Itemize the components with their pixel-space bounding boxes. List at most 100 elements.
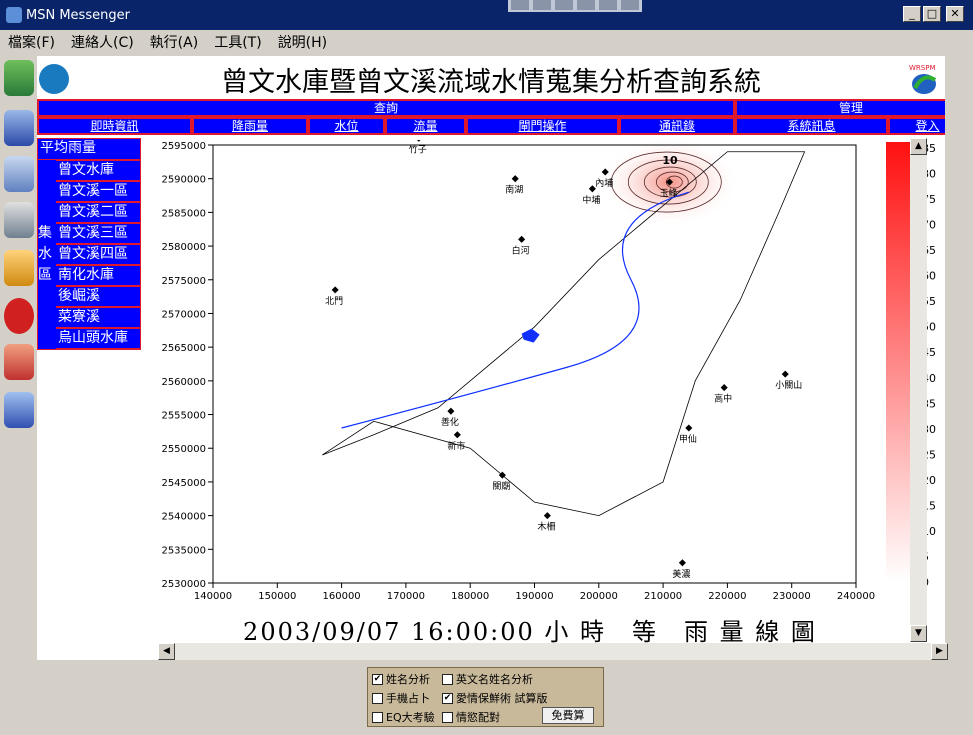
vertical-scrollbar[interactable]: ▲ ▼: [910, 138, 927, 642]
basin-item[interactable]: 烏山頭水庫: [38, 328, 140, 349]
checkbox-icon[interactable]: [372, 711, 383, 723]
station-marker: [447, 407, 455, 415]
checkbox-checked-icon[interactable]: ✔: [442, 692, 453, 704]
basin-item[interactable]: 曾文水庫: [38, 160, 140, 181]
scroll-up-icon[interactable]: ▲: [910, 138, 927, 155]
bell-icon[interactable]: [4, 250, 34, 286]
msn-icon: [6, 7, 22, 23]
basin-item[interactable]: 水曾文溪四區: [38, 244, 140, 265]
basin-item[interactable]: 後崛溪: [38, 286, 140, 307]
stamp-icon[interactable]: [4, 298, 34, 334]
toolbar-icon[interactable]: [533, 0, 551, 10]
horizontal-scrollbar[interactable]: ◀ ▶: [158, 643, 948, 660]
window-title: MSN Messenger: [26, 7, 130, 23]
maximize-button[interactable]: □: [923, 6, 941, 22]
option-english-name[interactable]: 英文名姓名分析: [442, 671, 533, 687]
toolbar-icon[interactable]: [621, 0, 639, 10]
y-tick-label: 2575000: [161, 276, 206, 287]
toolbar-icon[interactable]: [577, 0, 595, 10]
toolbar-icon[interactable]: [511, 0, 529, 10]
menu-file[interactable]: 檔案(F): [0, 32, 63, 52]
nav-water-level[interactable]: 水位: [308, 117, 385, 135]
station-label: 高中: [714, 393, 732, 405]
option-eq-test[interactable]: EQ大考驗: [372, 709, 435, 725]
y-tick-label: 2535000: [161, 545, 206, 556]
nav-directory[interactable]: 通訊錄: [619, 117, 735, 135]
option-love[interactable]: ✔ 愛情保鮮術 試算版: [442, 690, 548, 706]
nav-gate-operation[interactable]: 閘門操作: [466, 117, 619, 135]
checkbox-icon[interactable]: [372, 692, 383, 704]
nav-login[interactable]: 登入: [888, 117, 945, 135]
station-label: 玉峰: [660, 188, 678, 199]
station-marker: [685, 424, 693, 432]
x-tick-label: 160000: [323, 591, 361, 602]
y-tick-label: 2560000: [161, 377, 206, 388]
x-tick-label: 190000: [515, 591, 553, 602]
y-tick-label: 2590000: [161, 175, 206, 186]
nav-admin[interactable]: 管理: [735, 99, 945, 117]
nav-system-message[interactable]: 系統訊息: [735, 117, 888, 135]
nav-query[interactable]: 查詢: [37, 99, 735, 117]
checkbox-checked-icon[interactable]: ✔: [372, 673, 383, 685]
y-tick-label: 2595000: [161, 141, 206, 152]
y-tick-label: 2555000: [161, 411, 206, 422]
station-label: 木柵: [537, 521, 555, 533]
nav-rainfall[interactable]: 降雨量: [192, 117, 308, 135]
windows-icon[interactable]: [4, 110, 34, 146]
basin-item[interactable]: 集曾文溪三區: [38, 223, 140, 244]
y-tick-label: 2550000: [161, 444, 206, 455]
title-bar: MSN Messenger: [0, 0, 973, 30]
station-label: 竹子: [409, 143, 427, 155]
toolbar-icon[interactable]: [555, 0, 573, 10]
x-tick-label: 200000: [580, 591, 618, 602]
station-marker: [415, 140, 423, 142]
station-marker: [453, 431, 461, 439]
close-button[interactable]: ✕: [946, 6, 964, 22]
basin-item[interactable]: 菜寮溪: [38, 307, 140, 328]
station-label: 甲仙: [679, 433, 697, 445]
free-calc-button[interactable]: 免費算: [542, 707, 594, 724]
scroll-left-icon[interactable]: ◀: [158, 643, 175, 660]
computer-icon[interactable]: [4, 202, 34, 238]
checkbox-icon[interactable]: [442, 673, 453, 685]
floating-toolbar[interactable]: [508, 0, 642, 12]
scroll-right-icon[interactable]: ▶: [931, 643, 948, 660]
option-phone-fortune[interactable]: 手機占卜: [372, 690, 430, 706]
contour-label: 10: [662, 154, 678, 167]
basin-item[interactable]: 區南化水庫: [38, 265, 140, 286]
scroll-down-icon[interactable]: ▼: [910, 625, 927, 642]
station-label: 南湖: [505, 184, 523, 196]
basin-item[interactable]: 曾文溪二區: [38, 202, 140, 223]
nav-flow[interactable]: 流量: [385, 117, 466, 135]
contact-icon[interactable]: [4, 60, 34, 96]
reservoir-shape: [521, 328, 540, 343]
checkbox-icon[interactable]: [442, 711, 453, 723]
work-icon[interactable]: [4, 392, 34, 428]
y-tick-label: 2580000: [161, 242, 206, 253]
minimize-button[interactable]: _: [903, 6, 921, 22]
y-tick-label: 2570000: [161, 309, 206, 320]
station-marker: [331, 286, 339, 294]
basin-item[interactable]: 曾文溪一區: [38, 181, 140, 202]
x-tick-label: 240000: [837, 591, 875, 602]
menu-actions[interactable]: 執行(A): [142, 32, 207, 52]
station-label: 小關山: [775, 380, 802, 391]
toolbar-icon[interactable]: [599, 0, 617, 10]
x-tick-label: 140000: [194, 591, 232, 602]
x-tick-label: 170000: [387, 591, 425, 602]
disaster-icon[interactable]: [4, 344, 34, 380]
option-match[interactable]: 情慾配對: [442, 709, 500, 725]
menu-help[interactable]: 說明(H): [270, 32, 335, 52]
x-tick-label: 230000: [773, 591, 811, 602]
nav-realtime[interactable]: 即時資訊: [37, 117, 192, 135]
station-label: 關廟: [492, 480, 510, 492]
wrspm-logo-text: WRSPM: [909, 64, 936, 72]
ncku-icon[interactable]: [4, 156, 34, 192]
ad-panel: ✔ 姓名分析 英文名姓名分析 手機占卜 ✔ 愛情保鮮術 試算版 EQ大考驗 情慾配對…: [367, 667, 604, 727]
menu-header[interactable]: 平均雨量: [38, 139, 140, 160]
y-tick-label: 2545000: [161, 478, 206, 489]
menu-tools[interactable]: 工具(T): [206, 32, 269, 52]
station-marker: [543, 512, 551, 520]
option-name-analysis[interactable]: ✔ 姓名分析: [372, 671, 430, 687]
menu-contacts[interactable]: 連絡人(C): [63, 32, 142, 52]
